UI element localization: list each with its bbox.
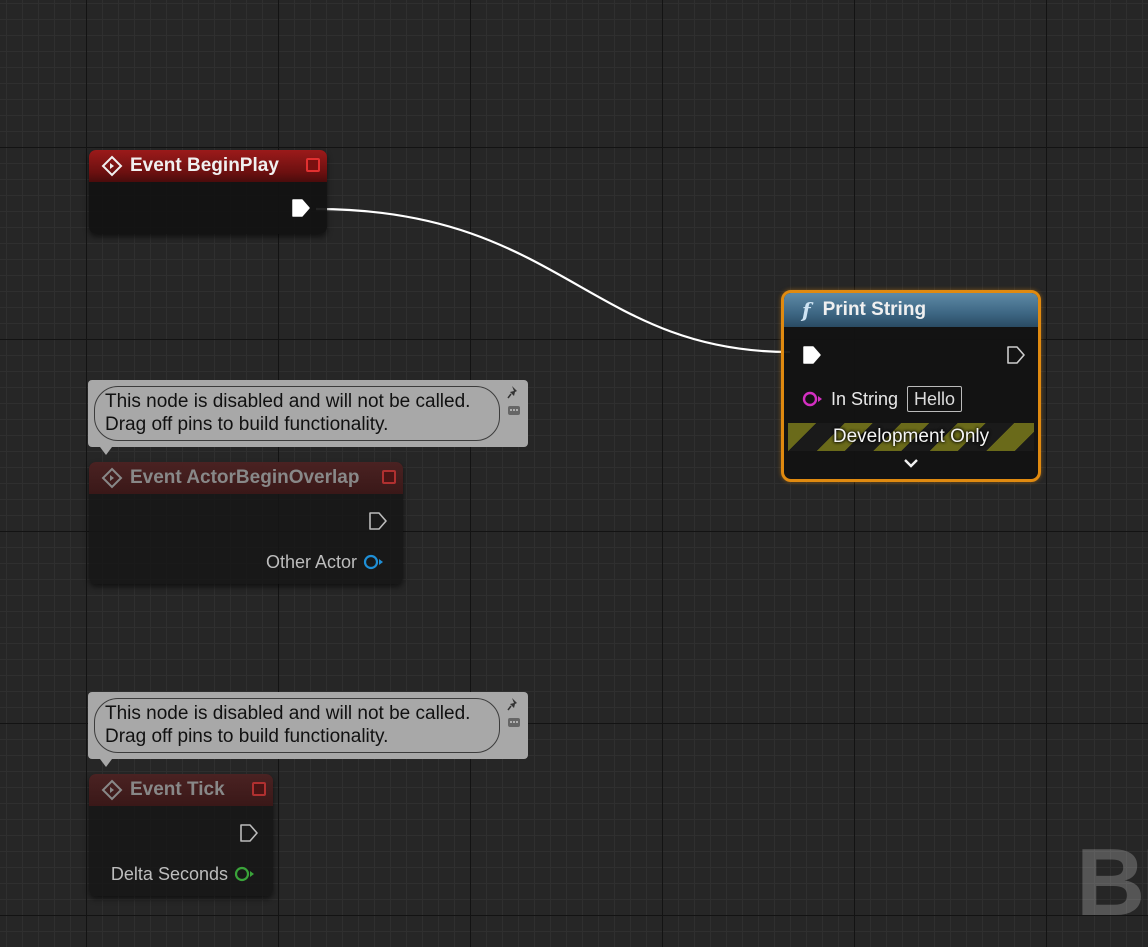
event-actorbeginoverlap-node[interactable]: Event ActorBeginOverlap Other Actor bbox=[89, 462, 403, 584]
comment-line: This node is disabled and will not be ca… bbox=[105, 391, 471, 412]
string-input-pin[interactable] bbox=[801, 391, 825, 407]
exec-input-pin[interactable] bbox=[802, 345, 822, 365]
node-header[interactable]: f Print String bbox=[784, 293, 1038, 327]
exec-output-pin[interactable] bbox=[1006, 345, 1026, 365]
comment-text: This node is disabled and will not be ca… bbox=[94, 386, 500, 441]
expand-chevron-icon[interactable] bbox=[784, 456, 1038, 474]
exec-wire bbox=[315, 207, 791, 354]
delegate-pin[interactable] bbox=[306, 158, 320, 172]
float-output-pin[interactable] bbox=[234, 866, 256, 882]
pin-label-delta-seconds: Delta Seconds bbox=[110, 864, 228, 884]
development-only-label: Development Only bbox=[832, 426, 990, 447]
event-tick-node[interactable]: Event Tick Delta Seconds bbox=[89, 774, 273, 896]
comment-bubble-icon[interactable] bbox=[507, 716, 521, 730]
pin-label-other-actor: Other Actor bbox=[265, 552, 357, 572]
node-title: Event BeginPlay bbox=[130, 155, 279, 176]
blueprint-watermark: BL bbox=[1076, 829, 1148, 936]
comment-line: Drag off pins to build functionality. bbox=[105, 726, 389, 747]
disabled-node-comment[interactable]: This node is disabled and will not be ca… bbox=[88, 692, 528, 767]
comment-text: This node is disabled and will not be ca… bbox=[94, 698, 500, 753]
exec-output-pin[interactable] bbox=[239, 823, 259, 843]
comment-line: This node is disabled and will not be ca… bbox=[105, 703, 471, 724]
node-header[interactable]: Event Tick bbox=[89, 774, 273, 806]
function-icon: f bbox=[802, 298, 811, 322]
comment-tail bbox=[100, 447, 112, 455]
exec-output-pin[interactable] bbox=[368, 511, 388, 531]
disabled-node-comment[interactable]: This node is disabled and will not be ca… bbox=[88, 380, 528, 455]
delegate-pin[interactable] bbox=[252, 782, 266, 796]
comment-bubble-icon[interactable] bbox=[507, 404, 521, 418]
node-title: Event ActorBeginOverlap bbox=[130, 467, 360, 488]
node-header[interactable]: Event ActorBeginOverlap bbox=[89, 462, 403, 494]
pin-label-in-string: In String bbox=[831, 389, 899, 409]
event-diamond-icon bbox=[101, 155, 123, 177]
exec-output-pin[interactable] bbox=[291, 198, 311, 218]
node-title: Print String bbox=[822, 299, 927, 320]
node-header[interactable]: Event BeginPlay bbox=[89, 150, 327, 182]
pin-icon[interactable] bbox=[507, 697, 521, 711]
comment-line: Drag off pins to build functionality. bbox=[105, 414, 389, 435]
event-diamond-icon bbox=[101, 779, 123, 801]
in-string-value-field[interactable]: Hello bbox=[907, 386, 963, 412]
event-beginplay-node[interactable]: Event BeginPlay bbox=[89, 150, 327, 234]
comment-tail bbox=[100, 759, 112, 767]
node-title: Event Tick bbox=[130, 779, 225, 800]
event-diamond-icon bbox=[101, 467, 123, 489]
object-output-pin[interactable] bbox=[363, 554, 385, 570]
pin-icon[interactable] bbox=[507, 385, 521, 399]
delegate-pin[interactable] bbox=[382, 470, 396, 484]
print-string-node[interactable]: f Print String In String Hello Developme… bbox=[781, 290, 1041, 482]
